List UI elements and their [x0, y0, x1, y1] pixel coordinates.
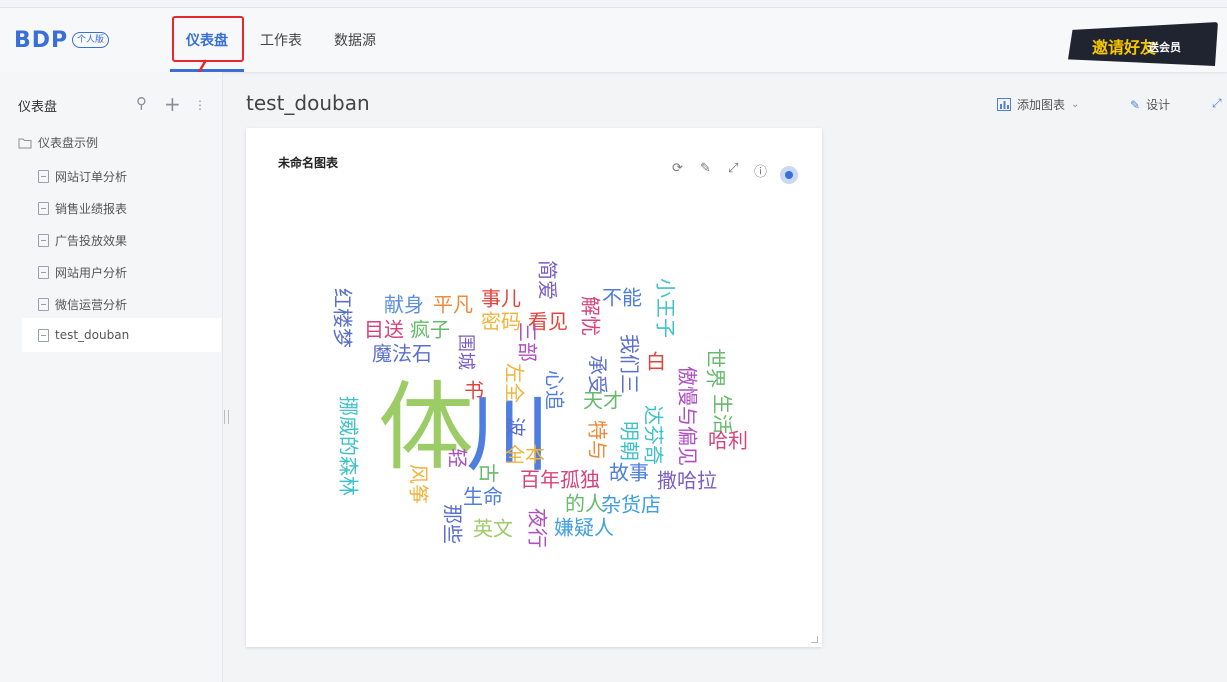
word-cloud-word: 明朝: [618, 421, 642, 461]
word-cloud-word: 目送: [364, 318, 404, 342]
promo-text: 邀请好友: [1092, 38, 1157, 57]
word-cloud-word: 风筝: [407, 464, 431, 504]
tab-dashboard[interactable]: 仪表盘: [186, 30, 228, 50]
dashboard-file-icon: [38, 266, 49, 279]
word-cloud-word: 杂货店: [601, 493, 661, 517]
chart-card: 未命名图表 ⟳ ✎ ⤢ ⓘ 体川红楼梦 献身 平凡 事儿 简爱 解忧 不能 小王子 目送 疯子 密码…: [246, 128, 822, 647]
dashboard-file-icon: [38, 298, 49, 311]
word-cloud-word: 我们三: [618, 334, 642, 394]
design-label: 设计: [1146, 98, 1171, 112]
word-cloud-word: 百年孤独: [520, 468, 600, 492]
word-cloud-word: 生命: [463, 485, 503, 509]
word-cloud-word: 左全: [503, 363, 527, 403]
word-cloud-word: 简爱: [536, 260, 560, 300]
top-bar: BDP 个人版 仪表盘 工作表 数据源 邀请好友 送会员: [0, 7, 1227, 73]
word-cloud-word: 达芬奇: [642, 405, 666, 465]
word-cloud-word: 轻: [446, 448, 470, 468]
sidebar-title: 仪表盘: [18, 100, 58, 115]
word-cloud-word: 特与: [586, 420, 610, 460]
chevron-down-icon: ⌄: [1071, 99, 1080, 110]
word-cloud-word: 围城: [455, 334, 476, 370]
word-cloud-word: 挪威的森林: [337, 396, 361, 496]
word-cloud-word: 疯子: [410, 318, 450, 342]
word-cloud-word: 夜行: [526, 508, 550, 548]
word-cloud-word: 的人: [565, 492, 605, 516]
design-icon: ✎: [1130, 97, 1141, 112]
sidebar-item-ad-effect[interactable]: 广告投放效果: [38, 232, 127, 249]
sidebar-resize-handle[interactable]: [224, 410, 229, 424]
search-icon[interactable]: ⚲: [136, 94, 147, 112]
word-cloud-word: 波: [504, 417, 528, 437]
sidebar-item-label: 销售业绩报表: [55, 202, 128, 216]
sidebar: 仪表盘 ⚲ + ⋮ 仪表盘示例 网站订单分析 销售业绩报表 广告投放效果 网站用…: [0, 72, 223, 682]
tab-worksheet[interactable]: 工作表: [260, 30, 302, 50]
word-cloud-word: 三部: [516, 322, 540, 362]
dashboard-file-icon: [38, 328, 49, 342]
tab-datasource[interactable]: 数据源: [334, 30, 376, 50]
word-cloud: 体川红楼梦 献身 平凡 事儿 简爱解忧 不能 小王子目送 疯子 密码 看见魔法石 围城 三部 我们三白世…: [331, 260, 749, 548]
sidebar-item-label: 广告投放效果: [55, 234, 128, 248]
dashboard-file-icon: [38, 234, 49, 247]
word-cloud-word: 世界: [704, 348, 728, 388]
word-cloud-word: 魔法石: [372, 342, 432, 366]
sidebar-item-label: 网站订单分析: [55, 170, 128, 184]
word-cloud-word: 哈利: [708, 429, 748, 453]
word-cloud-word: 书: [464, 379, 484, 403]
add-chart-button[interactable]: 添加图表 ⌄: [997, 96, 1079, 113]
word-cloud-word: 全本: [505, 443, 545, 467]
sidebar-item-label: test_douban: [55, 328, 130, 342]
word-cloud-word: 白: [646, 350, 666, 374]
word-cloud-word: 献身: [384, 293, 424, 317]
word-cloud-word: 故事: [609, 461, 649, 485]
dashboard-file-icon: [38, 202, 49, 215]
word-cloud-word: 平凡: [433, 293, 473, 317]
resize-handle[interactable]: [811, 636, 818, 643]
word-cloud-word: 红楼梦: [331, 288, 355, 348]
sidebar-item-website-users[interactable]: 网站用户分析: [38, 264, 127, 281]
word-cloud-word: 古: [477, 463, 501, 483]
design-button[interactable]: ✎ 设计: [1130, 96, 1170, 113]
sidebar-item-website-orders[interactable]: 网站订单分析: [38, 168, 127, 185]
more-options-icon[interactable]: ⋮: [194, 98, 206, 112]
app-logo[interactable]: BDP: [14, 28, 68, 53]
word-cloud-word: 解忧: [579, 296, 603, 336]
word-cloud-word: 英文: [473, 517, 513, 541]
word-cloud-word: 不能: [602, 286, 642, 310]
word-cloud-word: 心追: [543, 370, 567, 410]
word-cloud-word: 那些: [441, 504, 465, 544]
edition-badge: 个人版: [72, 32, 110, 48]
promo-subtext: 送会员: [1148, 41, 1181, 54]
fullscreen-icon[interactable]: ⤢: [1212, 96, 1222, 111]
sidebar-item-label: 微信运营分析: [55, 298, 128, 312]
sidebar-item-label: 网站用户分析: [55, 266, 128, 280]
word-cloud-word: 天才: [583, 389, 623, 413]
folder-dashboard-examples[interactable]: 仪表盘示例: [18, 134, 98, 151]
word-cloud-word: 密码: [481, 310, 521, 334]
folder-icon: [18, 138, 32, 148]
folder-label: 仪表盘示例: [38, 136, 99, 150]
bar-chart-icon: [997, 98, 1011, 111]
sidebar-item-test-douban[interactable]: test_douban: [22, 318, 221, 352]
sidebar-item-sales-report[interactable]: 销售业绩报表: [38, 200, 127, 217]
word-cloud-word: 小王子: [654, 278, 678, 338]
add-dashboard-button[interactable]: +: [164, 92, 181, 116]
add-chart-label: 添加图表: [1017, 98, 1066, 112]
dashboard-file-icon: [38, 170, 49, 183]
word-cloud-word: 事儿: [481, 287, 521, 311]
word-cloud-word: 傲慢与偏见: [676, 366, 700, 466]
word-cloud-word: 撒哈拉: [657, 469, 717, 493]
sidebar-item-wechat-ops[interactable]: 微信运营分析: [38, 296, 127, 313]
word-cloud-word: 嫌疑人: [554, 516, 614, 540]
dashboard-title: test_douban: [246, 91, 370, 115]
